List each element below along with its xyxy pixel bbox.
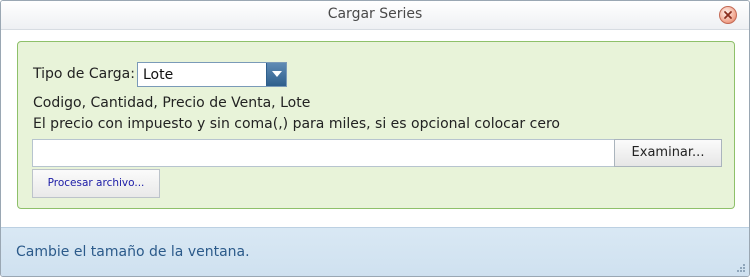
browse-button[interactable]: Examinar...	[614, 139, 722, 167]
file-path-input[interactable]	[32, 139, 615, 167]
close-icon	[724, 11, 732, 19]
tipo-carga-selected: Lote	[143, 67, 174, 83]
status-bar: Cambie el tamaño de la ventana.	[1, 227, 749, 276]
process-file-button[interactable]: Procesar archivo...	[32, 169, 160, 198]
upload-panel: Tipo de Carga: Lote Codigo, Cantidad, Pr…	[17, 41, 735, 209]
dialog-content: Tipo de Carga: Lote Codigo, Cantidad, Pr…	[1, 31, 749, 227]
tipo-carga-select[interactable]: Lote	[137, 62, 287, 87]
title-bar[interactable]: Cargar Series	[1, 1, 749, 30]
dialog-window: Cargar Series Tipo de Carga: Lote Codigo…	[0, 0, 750, 277]
tipo-carga-label: Tipo de Carga:	[33, 66, 135, 82]
dropdown-arrow[interactable]	[266, 63, 286, 86]
status-message: Cambie el tamaño de la ventana.	[16, 244, 250, 260]
chevron-down-icon	[272, 71, 282, 77]
resize-grip-icon[interactable]	[736, 263, 746, 273]
dialog-title: Cargar Series	[327, 6, 423, 22]
price-hint: El precio con impuesto y sin coma(,) par…	[33, 116, 560, 132]
format-hint: Codigo, Cantidad, Precio de Venta, Lote	[33, 95, 311, 111]
close-button[interactable]	[719, 6, 737, 24]
